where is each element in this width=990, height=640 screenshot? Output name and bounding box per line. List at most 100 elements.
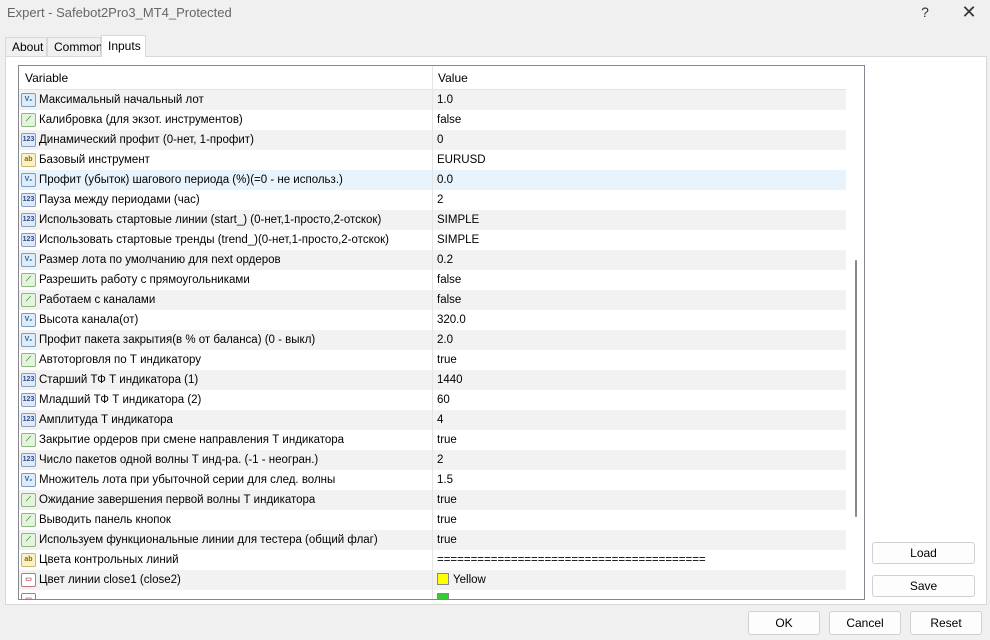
variable-value[interactable]: SIMPLE	[437, 210, 837, 230]
table-row[interactable]: V₂ Профит пакета закрытия(в % от баланса)…	[19, 330, 846, 350]
table-row[interactable]: ▭ Цвет линии close1 (close2) Yellow	[19, 570, 846, 590]
variable-value[interactable]: 0	[437, 130, 837, 150]
variable-value[interactable]: true	[437, 350, 837, 370]
table-row[interactable]: V₂ Множитель лота при убыточной серии для…	[19, 470, 846, 490]
variable-name: Использовать стартовые линии (start_) (0…	[39, 214, 382, 226]
table-row[interactable]: 123 Пауза между периодами (час) 2	[19, 190, 846, 210]
variable-value[interactable]: 0.2	[437, 250, 837, 270]
variable-value[interactable]: SIMPLE	[437, 230, 837, 250]
table-row[interactable]: ⟋ Работаем с каналами false	[19, 290, 846, 310]
value-text: 60	[437, 394, 450, 406]
value-text: 0	[437, 134, 444, 146]
column-divider	[432, 310, 433, 330]
value-text: SIMPLE	[437, 234, 480, 246]
variable-name: Множитель лота при убыточной серии для с…	[39, 474, 336, 486]
value-text: EURUSD	[437, 154, 486, 166]
value-text: 2	[437, 454, 444, 466]
variable-value[interactable]: 60	[437, 390, 837, 410]
variable-value[interactable]: true	[437, 430, 837, 450]
scrollbar-thumb[interactable]	[855, 260, 857, 517]
color-icon: ▭	[21, 573, 36, 587]
table-row[interactable]: V₂ Максимальный начальный лот 1.0	[19, 90, 846, 110]
tab-common[interactable]: Common	[47, 37, 103, 56]
table-row[interactable]: ⟋ Выводить панель кнопок true	[19, 510, 846, 530]
column-divider	[432, 130, 433, 150]
table-row[interactable]: 123 Амплитуда Т индикатора 4	[19, 410, 846, 430]
variable-value[interactable]: true	[437, 530, 837, 550]
variable-name: Профит (убыток) шагового периода (%)(=0 …	[39, 174, 343, 186]
tab-about[interactable]: About	[5, 37, 47, 56]
int-icon: 123	[21, 193, 36, 207]
double-icon: V₂	[21, 313, 36, 327]
vertical-scrollbar[interactable]	[846, 66, 864, 599]
column-divider	[432, 550, 433, 570]
variable-name: Используем функциональные линии для тест…	[39, 534, 378, 546]
variable-value[interactable]: 2.0	[437, 330, 837, 350]
help-icon[interactable]: ?	[914, 1, 936, 23]
variable-name: Выводить панель кнопок	[39, 514, 171, 526]
column-divider	[432, 230, 433, 250]
table-row[interactable]: ⟋ Ожидание завершения первой волны Т инди…	[19, 490, 846, 510]
table-row[interactable]: V₂ Профит (убыток) шагового периода (%)(=…	[19, 170, 846, 190]
inputs-panel: Variable Value V₂ Максимальный начальный …	[5, 56, 987, 605]
grid-header: Variable Value	[19, 66, 864, 90]
variable-value[interactable]: 1.0	[437, 90, 837, 110]
ok-button[interactable]: OK	[748, 611, 820, 635]
table-row[interactable]: 123 Использовать стартовые линии (start_)…	[19, 210, 846, 230]
column-header-value[interactable]: Value	[433, 66, 846, 90]
table-row[interactable]: 123 Число пакетов одной волны Т инд-ра. (…	[19, 450, 846, 470]
double-icon: V₂	[21, 173, 36, 187]
table-row[interactable]: ab Цвета контрольных линий ===============…	[19, 550, 846, 570]
variable-name: Ожидание завершения первой волны Т индик…	[39, 494, 316, 506]
int-icon: 123	[21, 453, 36, 467]
value-text: 2	[437, 194, 444, 206]
variable-value[interactable]: 1.5	[437, 470, 837, 490]
color-icon: ▭	[21, 593, 36, 599]
column-divider	[432, 250, 433, 270]
table-row[interactable]: 123 Старший ТФ Т индикатора (1) 1440	[19, 370, 846, 390]
variable-value[interactable]: false	[437, 290, 837, 310]
variable-name: Амплитуда Т индикатора	[39, 414, 173, 426]
variable-value[interactable]	[437, 590, 837, 599]
variable-value[interactable]: ========================================	[437, 550, 837, 570]
table-row[interactable]: 123 Использовать стартовые тренды (trend_…	[19, 230, 846, 250]
table-row[interactable]: ab Базовый инструмент EURUSD	[19, 150, 846, 170]
variable-value[interactable]: 0.0	[437, 170, 837, 190]
tab-inputs[interactable]: Inputs	[101, 35, 146, 57]
table-row[interactable]: 123 Младший ТФ Т индикатора (2) 60	[19, 390, 846, 410]
bool-icon: ⟋	[21, 433, 36, 447]
variable-value[interactable]: EURUSD	[437, 150, 837, 170]
variable-value[interactable]: true	[437, 510, 837, 530]
table-row[interactable]: ⟋ Разрешить работу с прямоугольниками fals…	[19, 270, 846, 290]
value-text: false	[437, 114, 462, 126]
variable-value[interactable]: 4	[437, 410, 837, 430]
load-button[interactable]: Load	[872, 542, 975, 564]
save-button[interactable]: Save	[872, 575, 975, 597]
variable-value[interactable]: 2	[437, 190, 837, 210]
table-row[interactable]: ⟋ Калибровка (для экзот. инструментов) fal…	[19, 110, 846, 130]
table-row[interactable]: ⟋ Закрытие ордеров при смене направления …	[19, 430, 846, 450]
table-row[interactable]: ⟋ Используем функциональные линии для тес…	[19, 530, 846, 550]
table-row[interactable]: V₂ Высота канала(от) 320.0	[19, 310, 846, 330]
table-row[interactable]: ▭	[19, 590, 846, 599]
variable-value[interactable]: 1440	[437, 370, 837, 390]
variable-value[interactable]: true	[437, 490, 837, 510]
table-row[interactable]: V₂ Размер лота по умолчанию для next орде…	[19, 250, 846, 270]
parameters-grid: Variable Value V₂ Максимальный начальный …	[18, 65, 865, 600]
string-icon: ab	[21, 153, 36, 167]
variable-name: Размер лота по умолчанию для next ордеро…	[39, 254, 281, 266]
variable-value[interactable]: 320.0	[437, 310, 837, 330]
column-header-variable[interactable]: Variable	[19, 66, 433, 90]
cancel-button[interactable]: Cancel	[829, 611, 901, 635]
table-row[interactable]: ⟋ Автоторговля по Т индикатору true	[19, 350, 846, 370]
value-text: 320.0	[437, 314, 466, 326]
variable-value[interactable]: false	[437, 110, 837, 130]
column-divider	[432, 430, 433, 450]
close-icon[interactable]: ✕	[955, 0, 983, 24]
table-row[interactable]: 123 Динамический профит (0-нет, 1-профит)…	[19, 130, 846, 150]
reset-button[interactable]: Reset	[910, 611, 982, 635]
variable-value[interactable]: Yellow	[437, 570, 837, 590]
bool-icon: ⟋	[21, 493, 36, 507]
variable-value[interactable]: false	[437, 270, 837, 290]
variable-value[interactable]: 2	[437, 450, 837, 470]
